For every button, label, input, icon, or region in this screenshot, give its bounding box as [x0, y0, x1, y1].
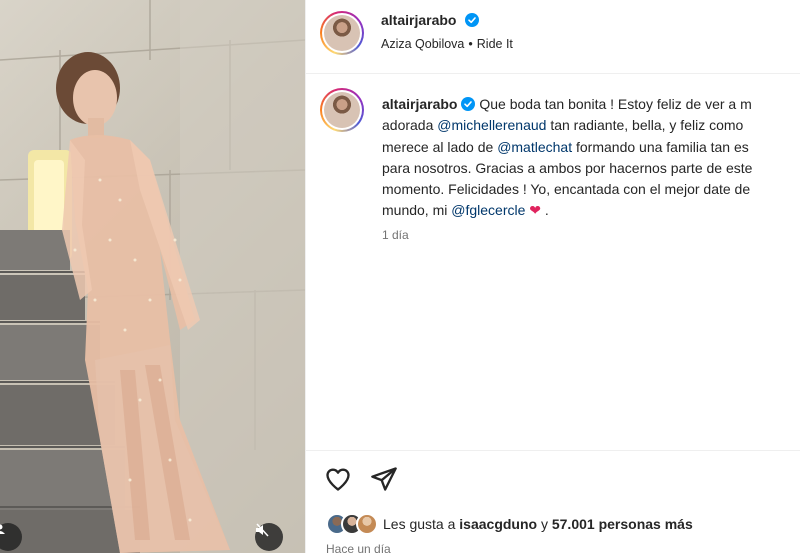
post-timestamp[interactable]: Hace un día: [326, 542, 391, 553]
caption-line: mundo, mi: [382, 202, 452, 219]
likes-middle: y: [537, 516, 552, 532]
caption-line: .: [541, 202, 549, 219]
verified-badge-icon: [464, 13, 479, 27]
post-sidebar: altairjarabo Aziza Qobilova • Ride It alta…: [305, 0, 800, 553]
liker-avatars[interactable]: [326, 513, 378, 535]
caption-username[interactable]: altairjarabo: [382, 96, 457, 112]
heart-emoji: ❤: [529, 202, 542, 219]
caption-text: altairjarabo Que boda tan bonita ! Estoy…: [382, 94, 800, 222]
post-photo[interactable]: [0, 0, 305, 553]
audio-track[interactable]: Ride It: [477, 37, 513, 51]
mention-link[interactable]: @fglecercle: [451, 202, 525, 218]
verified-badge-icon: [461, 97, 476, 111]
heart-outline-icon[interactable]: [324, 465, 352, 493]
caption-line: momento. Felicidades ! Yo, encantada con…: [382, 181, 751, 198]
caption-line: para nosotros. Gracias a ambos por hacer…: [382, 159, 753, 176]
action-bar: Les gusta a isaacgduno y 57.001 personas…: [306, 450, 800, 553]
mute-button[interactable]: [255, 523, 283, 551]
caption-line: merece al lado de: [382, 138, 498, 155]
caption-line: tan radiante, bella, y feliz como: [546, 117, 744, 134]
audio-separator: •: [468, 37, 473, 51]
username-row: altairjarabo: [381, 12, 479, 30]
username-link[interactable]: altairjarabo: [381, 12, 456, 28]
likes-text: Les gusta a isaacgduno y 57.001 personas…: [383, 516, 693, 532]
mention-link[interactable]: @michellerenaud: [437, 117, 546, 133]
avatar[interactable]: [320, 88, 364, 132]
mention-link[interactable]: @matlechat: [497, 139, 572, 155]
paper-plane-icon[interactable]: [370, 465, 398, 493]
audio-info: Aziza Qobilova • Ride It: [381, 37, 513, 51]
avatar[interactable]: [320, 11, 364, 55]
likes-summary: Les gusta a isaacgduno y 57.001 personas…: [326, 513, 693, 535]
liker-username[interactable]: isaacgduno: [459, 516, 537, 532]
muted-speaker-icon: [256, 523, 269, 537]
audio-artist[interactable]: Aziza Qobilova: [381, 37, 464, 51]
user-tag-icon: [0, 524, 5, 534]
post-header: altairjarabo Aziza Qobilova • Ride It: [306, 0, 800, 74]
caption-line: Que boda tan bonita ! Estoy feliz de ver…: [479, 96, 752, 112]
comment-timestamp[interactable]: 1 día: [382, 228, 409, 242]
likes-prefix: Les gusta a: [383, 516, 460, 532]
likes-count[interactable]: 57.001 personas más: [552, 516, 693, 532]
avatar: [356, 513, 378, 535]
caption-line: adorada: [382, 117, 438, 134]
photo-illustration: [0, 0, 305, 553]
caption-line: formando una familia tan es: [572, 138, 749, 155]
